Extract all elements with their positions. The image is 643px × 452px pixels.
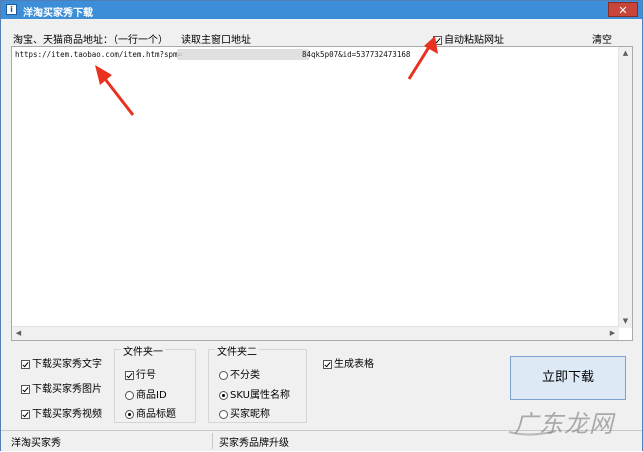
generate-table-label: 生成表格 xyxy=(334,359,374,370)
title-bar[interactable]: i 洋淘买家秀下载 ✕ xyxy=(1,1,642,19)
app-icon: i xyxy=(6,4,17,15)
scroll-up-icon[interactable]: ▲ xyxy=(619,47,632,60)
auto-paste-label: 自动粘贴网址 xyxy=(444,35,504,46)
checkbox-icon[interactable] xyxy=(21,409,30,419)
clear-link[interactable]: 清空 xyxy=(592,31,612,46)
window-title: 洋淘买家秀下载 xyxy=(23,8,93,19)
product-id-radio[interactable]: 商品ID xyxy=(125,386,167,401)
no-category-label: 不分类 xyxy=(230,370,260,381)
url-line-suffix: 84qk5p07&id=537732473168 xyxy=(302,50,411,59)
scroll-right-icon[interactable]: ▶ xyxy=(606,327,619,340)
status-separator xyxy=(212,433,213,449)
app-window: i 洋淘买家秀下载 ✕ 淘宝、天猫商品地址：（一行一个） 读取主窗口地址 自动粘… xyxy=(0,0,643,451)
radio-icon[interactable] xyxy=(125,409,134,419)
download-now-button[interactable]: 立即下载 xyxy=(510,356,626,400)
no-category-radio[interactable]: 不分类 xyxy=(219,366,260,381)
buyer-nickname-label: 买家昵称 xyxy=(230,409,270,420)
folder-one-title: 文件夹一 xyxy=(121,343,165,358)
radio-icon[interactable] xyxy=(219,409,228,419)
scroll-down-icon[interactable]: ▼ xyxy=(619,315,632,328)
url-line-prefix: https://item.taobao.com/item.htm?spm= xyxy=(15,50,183,59)
checkbox-icon[interactable] xyxy=(21,384,30,394)
read-window-link[interactable]: 读取主窗口地址 xyxy=(181,31,251,46)
download-video-checkbox[interactable]: 下载买家秀视频 xyxy=(21,405,102,420)
close-button[interactable]: ✕ xyxy=(608,2,638,17)
product-title-label: 商品标题 xyxy=(136,409,176,420)
download-video-label: 下载买家秀视频 xyxy=(32,409,102,420)
checkbox-icon[interactable] xyxy=(323,359,332,369)
sku-name-radio[interactable]: SKU属性名称 xyxy=(219,386,290,401)
generate-table-checkbox[interactable]: 生成表格 xyxy=(323,355,374,370)
horizontal-scrollbar[interactable]: ◀ ▶ xyxy=(12,326,619,340)
download-text-label: 下载买家秀文字 xyxy=(32,359,102,370)
checkbox-icon[interactable] xyxy=(21,359,30,369)
download-image-label: 下载买家秀图片 xyxy=(32,384,102,395)
checkbox-icon[interactable] xyxy=(125,370,134,380)
product-title-radio[interactable]: 商品标题 xyxy=(125,405,176,420)
line-number-checkbox[interactable]: 行号 xyxy=(125,366,156,381)
watermark-text: 广东龙网 xyxy=(514,410,614,438)
download-text-checkbox[interactable]: 下载买家秀文字 xyxy=(21,355,102,370)
auto-paste-checkbox[interactable]: 自动粘贴网址 xyxy=(433,31,504,46)
folder-two-title: 文件夹二 xyxy=(215,343,259,358)
folder-one-group: 文件夹一 行号 商品ID 商品标题 xyxy=(114,343,196,423)
watermark-logo: 广东龙网 xyxy=(506,401,638,439)
redacted-blur xyxy=(177,49,309,60)
checkbox-icon[interactable] xyxy=(433,35,442,45)
radio-icon[interactable] xyxy=(125,390,134,400)
buyer-nickname-radio[interactable]: 买家昵称 xyxy=(219,405,270,420)
line-number-label: 行号 xyxy=(136,370,156,381)
product-id-label: 商品ID xyxy=(136,390,167,401)
folder-two-group: 文件夹二 不分类 SKU属性名称 买家昵称 xyxy=(208,343,307,423)
scroll-left-icon[interactable]: ◀ xyxy=(12,327,25,340)
download-image-checkbox[interactable]: 下载买家秀图片 xyxy=(21,380,102,395)
radio-icon[interactable] xyxy=(219,390,228,400)
status-left-text: 洋淘买家秀 xyxy=(11,438,61,449)
radio-icon[interactable] xyxy=(219,370,228,380)
url-textarea[interactable]: https://item.taobao.com/item.htm?spm= 84… xyxy=(11,46,633,341)
sku-name-label: SKU属性名称 xyxy=(230,390,290,401)
address-label: 淘宝、天猫商品地址：（一行一个） xyxy=(13,35,168,46)
vertical-scrollbar[interactable]: ▲ ▼ xyxy=(618,47,632,328)
status-right-text: 买家秀品牌升级 xyxy=(219,438,289,449)
